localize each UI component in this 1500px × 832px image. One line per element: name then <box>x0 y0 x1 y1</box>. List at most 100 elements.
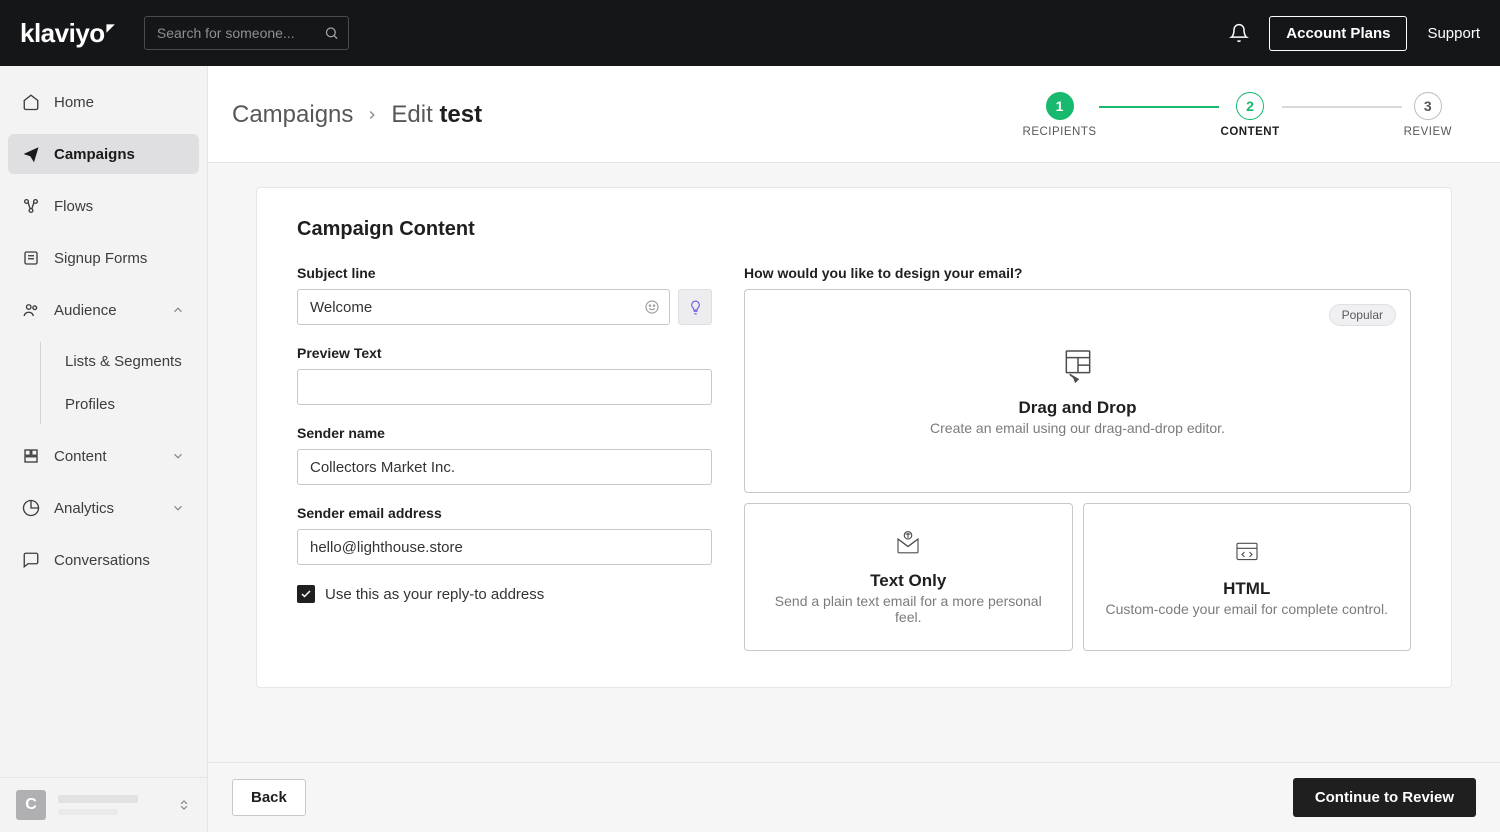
campaign-content-card: Campaign Content Subject line <box>256 187 1452 688</box>
subject-line-field: Subject line <box>297 265 712 325</box>
drag-drop-icon <box>1058 346 1098 386</box>
lightbulb-icon <box>688 300 703 315</box>
global-search <box>144 16 349 50</box>
design-option-html[interactable]: HTML Custom-code your email for complete… <box>1083 503 1412 651</box>
chevron-down-icon <box>171 501 185 515</box>
sender-name-input[interactable] <box>297 449 712 485</box>
option-title: Text Only <box>870 571 946 591</box>
sidebar-item-label: Campaigns <box>54 146 135 163</box>
design-column: How would you like to design your email?… <box>744 265 1411 651</box>
design-heading: How would you like to design your email? <box>744 265 1411 281</box>
preview-text-input[interactable] <box>297 369 712 405</box>
back-button[interactable]: Back <box>232 779 306 816</box>
topbar: klaviyo◤ Account Plans Support <box>0 0 1500 66</box>
send-icon <box>22 145 40 163</box>
form-icon <box>22 249 40 267</box>
breadcrumb-root[interactable]: Campaigns <box>232 101 353 129</box>
sidebar-item-label: Content <box>54 448 107 465</box>
step-number: 3 <box>1414 92 1442 120</box>
continue-button[interactable]: Continue to Review <box>1293 778 1476 817</box>
reply-to-checkbox[interactable] <box>297 585 315 603</box>
step-recipients[interactable]: 1 RECIPIENTS <box>1023 92 1097 138</box>
stepper: 1 RECIPIENTS 2 CONTENT 3 REVIEW <box>1023 92 1452 138</box>
design-option-drag-drop[interactable]: Popular Drag and Drop <box>744 289 1411 493</box>
step-content[interactable]: 2 CONTENT <box>1221 92 1280 138</box>
step-review[interactable]: 3 REVIEW <box>1404 92 1452 138</box>
sidebar-item-label: Conversations <box>54 552 150 569</box>
chat-icon <box>22 551 40 569</box>
option-desc: Custom-code your email for complete cont… <box>1106 601 1388 617</box>
support-link[interactable]: Support <box>1427 25 1480 42</box>
sidebar-item-label: Signup Forms <box>54 250 147 267</box>
sidebar-item-label: Flows <box>54 198 93 215</box>
sidebar-item-analytics[interactable]: Analytics <box>8 488 199 528</box>
subject-line-input[interactable] <box>297 289 670 325</box>
reply-to-checkbox-row[interactable]: Use this as your reply-to address <box>297 585 712 603</box>
text-only-icon <box>893 529 923 559</box>
form-column: Subject line <box>297 265 712 651</box>
preview-text-label: Preview Text <box>297 345 712 361</box>
chevron-down-icon <box>171 449 185 463</box>
step-connector <box>1099 106 1219 108</box>
sidebar-item-conversations[interactable]: Conversations <box>8 540 199 580</box>
design-option-text-only[interactable]: Text Only Send a plain text email for a … <box>744 503 1073 651</box>
sender-name-label: Sender name <box>297 425 712 441</box>
sidebar-account[interactable]: C <box>0 777 207 832</box>
breadcrumb: Campaigns Edit test <box>232 101 482 129</box>
content-icon <box>22 447 40 465</box>
notifications-icon[interactable] <box>1229 23 1249 43</box>
audience-icon <box>22 301 40 319</box>
sidebar-item-label: Audience <box>54 302 117 319</box>
sender-name-field: Sender name <box>297 425 712 485</box>
suggestions-button[interactable] <box>678 289 712 325</box>
sidebar: Home Campaigns Flows Signup Forms <box>0 66 208 832</box>
sidebar-item-flows[interactable]: Flows <box>8 186 199 226</box>
emoji-icon[interactable] <box>644 299 660 315</box>
sidebar-subitem-profiles[interactable]: Profiles <box>41 385 199 424</box>
preview-text-field: Preview Text <box>297 345 712 405</box>
search-input[interactable] <box>144 16 349 50</box>
topbar-right: Account Plans Support <box>1229 16 1480 51</box>
sidebar-nav: Home Campaigns Flows Signup Forms <box>0 66 207 777</box>
sidebar-subitem-lists-segments[interactable]: Lists & Segments <box>41 342 199 381</box>
logo[interactable]: klaviyo◤ <box>20 18 114 49</box>
flows-icon <box>22 197 40 215</box>
chevron-up-icon <box>171 303 185 317</box>
step-label: RECIPIENTS <box>1023 126 1097 138</box>
home-icon <box>22 93 40 111</box>
chevron-right-icon <box>365 108 379 122</box>
sidebar-item-content[interactable]: Content <box>8 436 199 476</box>
sidebar-item-home[interactable]: Home <box>8 82 199 122</box>
subject-line-label: Subject line <box>297 265 712 281</box>
page-header: Campaigns Edit test 1 RECIPIENTS 2 CONTE… <box>208 66 1500 163</box>
sidebar-item-campaigns[interactable]: Campaigns <box>8 134 199 174</box>
sidebar-item-audience[interactable]: Audience <box>8 290 199 330</box>
option-title: Drag and Drop <box>1018 398 1136 418</box>
updown-icon <box>177 796 191 814</box>
option-title: HTML <box>1223 579 1270 599</box>
sidebar-subnav-audience: Lists & Segments Profiles <box>40 342 199 424</box>
card-title: Campaign Content <box>297 218 1411 241</box>
html-icon <box>1232 537 1262 567</box>
option-desc: Send a plain text email for a more perso… <box>765 593 1052 625</box>
step-label: REVIEW <box>1404 126 1452 138</box>
content-area: Campaign Content Subject line <box>208 163 1500 832</box>
main: Campaigns Edit test 1 RECIPIENTS 2 CONTE… <box>208 66 1500 832</box>
analytics-icon <box>22 499 40 517</box>
reply-to-label: Use this as your reply-to address <box>325 586 544 603</box>
sender-email-input[interactable] <box>297 529 712 565</box>
sidebar-item-label: Home <box>54 94 94 111</box>
account-info-placeholder <box>58 795 165 815</box>
sidebar-item-signup-forms[interactable]: Signup Forms <box>8 238 199 278</box>
step-number: 1 <box>1046 92 1074 120</box>
step-label: CONTENT <box>1221 126 1280 138</box>
account-plans-button[interactable]: Account Plans <box>1269 16 1407 51</box>
avatar: C <box>16 790 46 820</box>
search-icon <box>324 26 339 41</box>
breadcrumb-edit: Edit test <box>391 101 482 129</box>
option-desc: Create an email using our drag-and-drop … <box>930 420 1225 436</box>
sender-email-label: Sender email address <box>297 505 712 521</box>
step-connector <box>1282 106 1402 108</box>
sidebar-item-label: Analytics <box>54 500 114 517</box>
step-number: 2 <box>1236 92 1264 120</box>
